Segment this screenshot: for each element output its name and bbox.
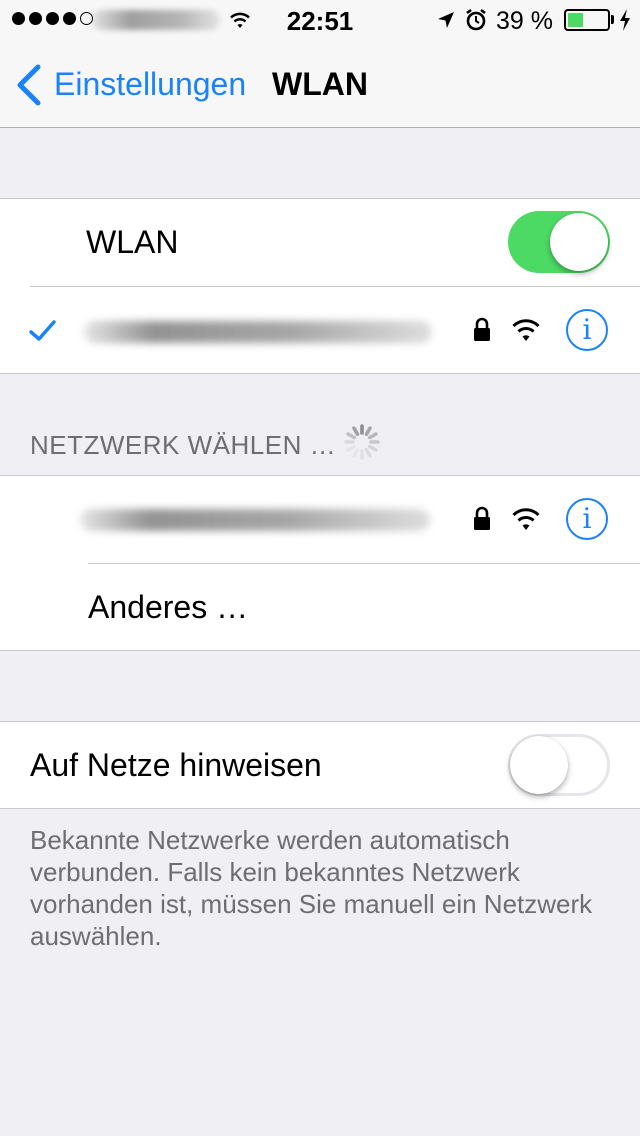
status-time: 22:51	[286, 6, 354, 36]
connected-network-name-redacted	[84, 321, 432, 343]
switch-knob	[510, 736, 568, 794]
ask-to-join-row: Auf Netze hinweisen	[0, 722, 640, 809]
status-bar: 22:51 39 %	[0, 0, 640, 40]
network-row[interactable]: i	[0, 476, 640, 563]
back-button[interactable]: Einstellungen	[54, 64, 246, 104]
wlan-toggle-row: WLAN	[0, 199, 640, 286]
wifi-strength-icon	[512, 508, 540, 530]
lock-icon	[474, 506, 490, 530]
other-network-row[interactable]: Anderes …	[0, 564, 640, 651]
network-name-redacted	[80, 509, 430, 531]
battery-icon	[564, 9, 610, 31]
wlan-label: WLAN	[86, 224, 179, 260]
switch-knob	[550, 213, 608, 271]
battery-nub	[611, 15, 614, 24]
cellular-signal-icon	[12, 12, 93, 28]
other-network-label: Anderes …	[88, 589, 249, 625]
connected-network-row[interactable]: i	[0, 287, 640, 374]
ask-to-join-group: Auf Netze hinweisen	[0, 721, 640, 809]
info-button[interactable]: i	[566, 498, 608, 540]
wlan-switch[interactable]	[508, 211, 610, 273]
ask-to-join-footer: Bekannte Netzwerke werden automatisch ve…	[30, 825, 593, 951]
location-arrow-icon	[438, 12, 454, 28]
wlan-group: WLAN i	[0, 198, 640, 374]
wifi-icon	[230, 12, 250, 28]
loading-spinner-icon	[344, 424, 380, 460]
page-title: WLAN	[272, 66, 368, 102]
carrier-name-redacted	[92, 10, 220, 30]
ask-to-join-label: Auf Netze hinweisen	[30, 747, 322, 783]
section-header-choose-network: NETZWERK WÄHLEN …	[30, 430, 337, 460]
checkmark-icon	[29, 320, 56, 341]
lock-icon	[474, 317, 490, 341]
back-chevron-icon[interactable]	[14, 64, 44, 106]
battery-level-fill	[568, 13, 583, 27]
ask-to-join-switch[interactable]	[508, 734, 610, 796]
alarm-icon	[466, 8, 486, 31]
battery-percentage: 39 %	[496, 7, 553, 35]
charging-bolt-icon	[620, 9, 630, 31]
available-networks-group: i Anderes …	[0, 475, 640, 651]
wifi-strength-icon	[512, 319, 540, 341]
info-button[interactable]: i	[566, 309, 608, 351]
